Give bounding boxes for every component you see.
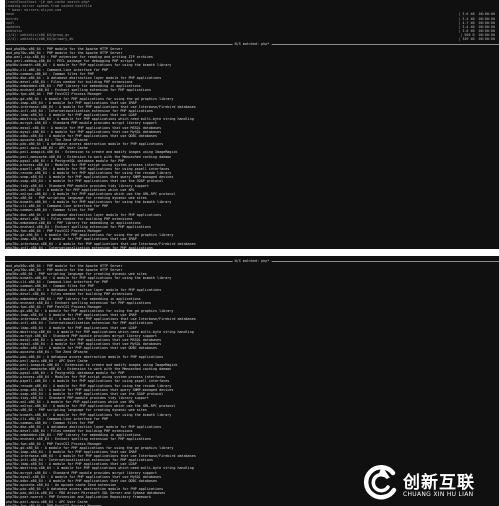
search-result-separator: N/S matched: php* <box>5 258 499 263</box>
package-list: mod_php56w.x86_64 : PHP module for the A… <box>5 47 499 249</box>
search-result-separator: N/S matched: php* <box>5 41 499 47</box>
terminal-line: (2/4): webtatic/x86_64/primary_db | 349 k… <box>5 37 499 41</box>
terminal-window-top[interactable]: [root@localhost ~]# apt-cache search php… <box>5 0 499 249</box>
terminal-header-output: [root@localhost ~]# apt-cache search php… <box>5 0 499 41</box>
terminal-line-text: (2/4): webtatic/x86_64/primary_db <box>6 37 74 42</box>
download-progress-text: | 349 kB 00:00:00 <box>458 37 495 42</box>
watermark-brand-en: CHUANG XIN HU LIAN <box>403 491 474 498</box>
terminal-line: php70w-intl.x86_64 : Internationalizatio… <box>5 246 499 249</box>
watermark-brand-cn: 创新互联 <box>403 473 475 493</box>
watermark: 创新互联 CHUANG XIN HU LIAN <box>360 462 499 502</box>
terminal-line-text: php70w-intl.x86_64 : Internationalizatio… <box>6 245 153 249</box>
swirl-logo-icon <box>363 465 397 500</box>
